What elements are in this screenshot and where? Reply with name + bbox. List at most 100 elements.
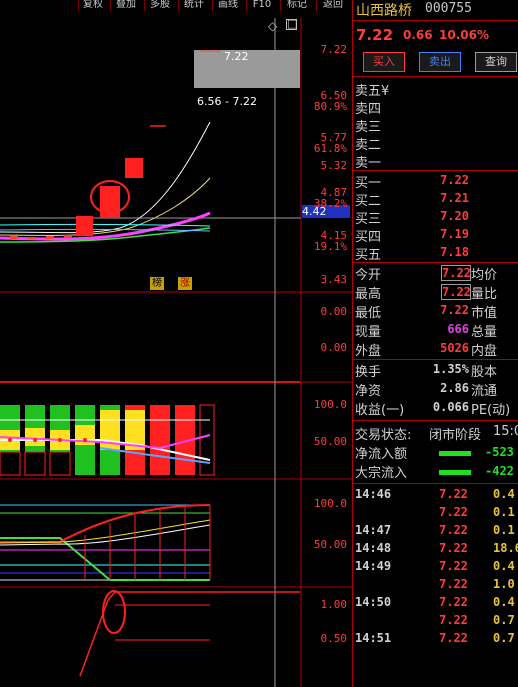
tick-volume: 0.7	[493, 613, 515, 627]
axis-label: 50.00	[313, 435, 347, 448]
tick-time: 14:48	[355, 541, 392, 555]
bid-price-4: 7.19	[440, 227, 469, 241]
high-label: 最高	[355, 287, 382, 302]
price-change-pct: 10.06%	[439, 28, 489, 42]
ask-level-5: 卖五¥	[355, 84, 390, 99]
tick-volume: 0.4	[493, 559, 515, 573]
tick-row: 7.22 1.0	[353, 577, 518, 595]
open-label: 今开	[355, 268, 382, 283]
avg-price-label: 均价	[471, 268, 498, 283]
candle	[125, 158, 143, 178]
low-value: 7.22	[440, 303, 469, 317]
ask-level-3: 卖三	[355, 120, 382, 135]
tick-volume: 0.1	[493, 523, 515, 537]
ask-level-2: 卖二	[355, 138, 382, 153]
axis-label: 1.00	[320, 598, 348, 611]
current-volume-label: 现量	[355, 325, 382, 340]
limit-up-tag[interactable]: 涨	[178, 277, 192, 290]
tick-price: 7.22	[439, 613, 468, 627]
axis-label: 0.00	[320, 305, 348, 318]
ask-level-1: 卖一	[355, 156, 382, 171]
total-volume-label: 总量	[471, 325, 498, 340]
tick-price: 7.22	[439, 631, 468, 645]
stock-code: 000755	[425, 1, 472, 16]
bid-price-3: 7.20	[440, 209, 469, 223]
net-inflow-bar	[439, 451, 471, 456]
inner-volume-label: 内盘	[471, 344, 498, 359]
tick-price: 7.22	[439, 523, 468, 537]
sell-button[interactable]: 卖出	[419, 52, 461, 72]
ask-level-4: 卖四	[355, 102, 382, 117]
outer-volume-label: 外盘	[355, 344, 382, 359]
tick-row: 14:47 7.22 0.1	[353, 523, 518, 541]
tick-price: 7.22	[439, 559, 468, 573]
candle	[76, 216, 93, 236]
net-assets-label: 净资	[355, 384, 382, 399]
range-tooltip: 6.56 - 7.22	[197, 95, 257, 108]
axis-label: 100.0	[313, 497, 347, 510]
tick-volume: 1.0	[493, 577, 515, 591]
tick-time: 14:47	[355, 523, 392, 537]
share-capital-label: 股本	[471, 365, 498, 380]
bid-level-1: 买一	[355, 176, 382, 191]
tick-price: 7.22	[439, 577, 468, 591]
tick-row: 14:50 7.22 0.4	[353, 595, 518, 613]
axis-label: 61.8%	[313, 142, 347, 155]
axis-label: 38.2%	[313, 197, 347, 210]
net-inflow-label: 净流入额	[355, 447, 408, 462]
diamond-icon[interactable]: ◇	[268, 19, 277, 33]
buy-button[interactable]: 买入	[363, 52, 405, 72]
tick-price: 7.22	[439, 541, 468, 555]
tick-price: 7.22	[439, 505, 468, 519]
bid-level-4: 买四	[355, 230, 382, 245]
axis-label: 19.1%	[313, 240, 347, 253]
status-time: 15:0	[493, 424, 518, 439]
volume-ratio-label: 量比	[471, 287, 498, 302]
current-volume-value: 666	[447, 322, 469, 336]
net-inflow-value: -523	[485, 445, 514, 459]
turnover-value: 1.35%	[432, 362, 469, 376]
trade-status-value: 闭市阶段	[429, 428, 482, 443]
turnover-label: 换手	[355, 365, 382, 380]
tick-time: 14:46	[355, 487, 392, 501]
axis-label: 100.0	[313, 398, 347, 411]
tick-price: 7.22	[439, 595, 468, 609]
tick-volume: 0.4	[493, 487, 515, 501]
tick-time: 14:51	[355, 631, 392, 645]
block-inflow-label: 大宗流入	[355, 466, 408, 481]
axis-label: 3.43	[320, 273, 348, 286]
axis-label: 7.22	[320, 43, 348, 56]
highlight-circle	[102, 590, 126, 634]
tick-volume: 0.7	[493, 631, 515, 645]
block-inflow-bar	[439, 470, 471, 475]
outer-volume-value: 5026	[440, 341, 469, 355]
bid-level-2: 买二	[355, 194, 382, 209]
tick-volume: 0.4	[493, 595, 515, 609]
toggle-icon[interactable]: □	[286, 18, 297, 30]
price-change: 0.66	[403, 28, 433, 42]
axis-label: 50.00	[313, 538, 347, 551]
bid-level-3: 买三	[355, 212, 382, 227]
trade-status-label: 交易状态:	[355, 428, 412, 443]
pe-label: PE(动)	[471, 403, 511, 418]
low-label: 最低	[355, 306, 382, 321]
high-value: 7.22	[441, 284, 471, 300]
tick-price: 7.22	[439, 487, 468, 501]
net-assets-value: 2.86	[440, 381, 469, 395]
tick-row: 7.22 0.7	[353, 613, 518, 631]
tick-row: 14:46 7.22 0.4	[353, 487, 518, 505]
tick-row: 14:48 7.22 18.6	[353, 541, 518, 559]
quote-panel: 山西路桥 000755 7.22 0.66 10.06% 买入 卖出 查询 卖五…	[352, 0, 518, 687]
market-cap-label: 市值	[471, 306, 498, 321]
query-button[interactable]: 查询	[475, 52, 517, 72]
block-inflow-value: -422	[485, 464, 514, 478]
tick-volume: 18.6	[493, 541, 518, 555]
tick-time: 14:49	[355, 559, 392, 573]
float-label: 流通	[471, 384, 498, 399]
tick-volume: 0.1	[493, 505, 515, 519]
bid-price-2: 7.21	[440, 191, 469, 205]
stock-name: 山西路桥	[356, 3, 412, 19]
last-price: 7.22	[356, 26, 394, 44]
bid-price-5: 7.18	[440, 245, 469, 259]
rank-tag[interactable]: 榜	[150, 277, 164, 290]
